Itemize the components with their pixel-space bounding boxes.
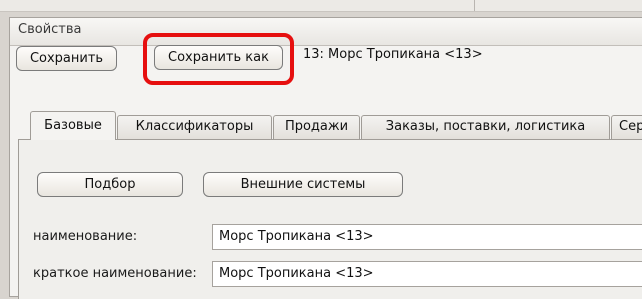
save-as-highlight-box xyxy=(143,33,294,85)
tab-orders-logistics[interactable]: Заказы, поставки, логистика xyxy=(361,115,610,139)
background-divider xyxy=(0,11,642,12)
external-systems-button[interactable]: Внешние системы xyxy=(203,172,403,197)
name-field[interactable]: Морс Тропикана <13> xyxy=(212,224,642,250)
name-label: наименование: xyxy=(33,229,138,244)
record-caption: 13: Морс Тропикана <13> xyxy=(303,47,483,62)
window-title: Свойства xyxy=(18,22,82,37)
tab-services[interactable]: Сер xyxy=(611,115,642,139)
background-separator xyxy=(474,0,475,11)
pick-button[interactable]: Подбор xyxy=(37,172,183,197)
tab-sales[interactable]: Продажи xyxy=(273,115,360,139)
save-button[interactable]: Сохранить xyxy=(16,46,117,71)
window-titlebar: Свойства xyxy=(10,18,642,46)
short-name-field[interactable]: Морс Тропикана <13> xyxy=(212,261,642,287)
tab-basic[interactable]: Базовые xyxy=(30,111,116,140)
tab-classifiers[interactable]: Классификаторы xyxy=(117,115,272,139)
